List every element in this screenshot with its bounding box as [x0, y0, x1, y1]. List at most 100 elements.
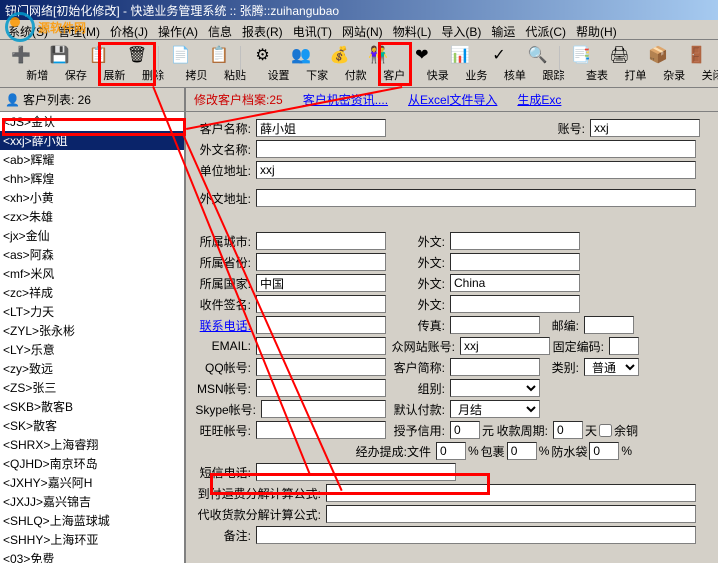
- msn-input[interactable]: [256, 379, 386, 397]
- comm-file-input[interactable]: [436, 442, 466, 460]
- menu-item[interactable]: 代派(C): [521, 22, 570, 37]
- customer-item[interactable]: <QJHD>南京环岛: [0, 454, 184, 473]
- city-label: 所属城市:: [194, 233, 254, 250]
- customer-item[interactable]: <SK>散客: [0, 416, 184, 435]
- menu-item[interactable]: 信息: [204, 22, 236, 37]
- menu-item[interactable]: 输运: [487, 22, 519, 37]
- tool-icon: 🖨: [610, 45, 630, 65]
- post-input[interactable]: [584, 316, 634, 334]
- comm-pkg-input[interactable]: [507, 442, 537, 460]
- tool-icon: ⚙: [253, 45, 273, 65]
- customer-item[interactable]: <SHRX>上海睿翔: [0, 435, 184, 454]
- country-input[interactable]: [256, 274, 386, 292]
- ww-label: 旺旺帐号:: [194, 422, 254, 439]
- sender-foreign-input[interactable]: [450, 295, 580, 313]
- country-label: 所属国家:: [194, 275, 254, 292]
- tool-icon: 📑: [571, 45, 591, 65]
- cust-name-label: 客户名称:: [194, 120, 254, 137]
- remark-input[interactable]: [256, 526, 696, 544]
- toolbar: ➕新增💾保存📋展新🗑删除📄拷贝📋粘贴⚙设置👥下家💰付款👫客户❤快录📊业务✓核单🔍…: [0, 40, 718, 88]
- excel-export-link[interactable]: 生成Exc: [517, 91, 561, 108]
- customer-item[interactable]: <xh>小黄: [0, 188, 184, 207]
- customer-item[interactable]: <zx>朱雄: [0, 207, 184, 226]
- tool-icon: 📋: [209, 45, 229, 65]
- f2-input[interactable]: [326, 505, 696, 523]
- customer-item[interactable]: <mf>米风: [0, 264, 184, 283]
- menu-item[interactable]: 报表(R): [238, 22, 287, 37]
- menu-item[interactable]: 物料(L): [389, 22, 436, 37]
- province-input[interactable]: [256, 253, 386, 271]
- customer-item[interactable]: <SHHY>上海环亚: [0, 530, 184, 549]
- sender-input[interactable]: [256, 295, 386, 313]
- customer-item[interactable]: <ZYL>张永彬: [0, 321, 184, 340]
- customer-form: 客户名称: 账号: 外文名称: 单位地址: 外文地址:: [186, 112, 718, 563]
- province-foreign-input[interactable]: [450, 253, 580, 271]
- customer-list[interactable]: <JS>金认<xxj>薛小姐<ab>辉耀<hh>辉煌<xh>小黄<zx>朱雄<j…: [0, 112, 184, 563]
- credit-input[interactable]: [450, 421, 480, 439]
- toolbar-关闭[interactable]: 🚪关闭: [677, 42, 716, 85]
- city-input[interactable]: [256, 232, 386, 250]
- site-acct-input[interactable]: [460, 337, 550, 355]
- customer-item[interactable]: <LT>力天: [0, 302, 184, 321]
- customer-item[interactable]: <ab>辉耀: [0, 150, 184, 169]
- defpay-label: 默认付款:: [388, 401, 448, 418]
- cust-name-input[interactable]: [256, 119, 386, 137]
- menu-item[interactable]: 电讯(T): [289, 22, 336, 37]
- tool-icon: 👥: [291, 45, 311, 65]
- phone-label[interactable]: 联系电话:: [194, 317, 254, 334]
- customer-item[interactable]: <zy>致远: [0, 359, 184, 378]
- customer-item[interactable]: <xxj>薛小姐: [0, 131, 184, 150]
- secret-link[interactable]: 客户机密资讯....: [303, 91, 388, 108]
- customer-item[interactable]: <SHLQ>上海蓝球城: [0, 511, 184, 530]
- tool-icon: 🗑: [127, 45, 147, 65]
- fixed-code-input[interactable]: [609, 337, 639, 355]
- foreign-addr-input[interactable]: [256, 189, 696, 207]
- ww-input[interactable]: [256, 421, 386, 439]
- title-bar: 钮门网络[初始化修改] - 快递业务管理系统 :: 张腾::zuihanguba…: [0, 0, 718, 20]
- customer-item[interactable]: <zc>祥成: [0, 283, 184, 302]
- f1-label: 到付运费分解计算公式:: [194, 485, 324, 502]
- menu-item[interactable]: 导入(B): [437, 22, 485, 37]
- type-select[interactable]: 普通: [584, 358, 639, 376]
- menu-item[interactable]: 网站(N): [338, 22, 387, 37]
- foreign-name-input[interactable]: [256, 140, 696, 158]
- remark-label: 备注:: [194, 527, 254, 544]
- menu-bar[interactable]: 系统(S)管理(M)价格(J)操作(A)信息报表(R)电讯(T)网站(N)物料(…: [0, 20, 718, 40]
- sms-input[interactable]: [256, 463, 456, 481]
- balance-checkbox[interactable]: [599, 424, 612, 437]
- phone-input[interactable]: [256, 316, 386, 334]
- skype-label: Skype帐号:: [194, 401, 259, 418]
- customer-item[interactable]: <as>阿森: [0, 245, 184, 264]
- customer-item[interactable]: <JS>金认: [0, 112, 184, 131]
- menu-item[interactable]: 帮助(H): [572, 22, 621, 37]
- province-label: 所属省份:: [194, 254, 254, 271]
- customer-item[interactable]: <jx>金仙: [0, 226, 184, 245]
- customer-item[interactable]: <JXJJ>嘉兴锦吉: [0, 492, 184, 511]
- period-input[interactable]: [553, 421, 583, 439]
- sms-label: 短信电话:: [194, 464, 254, 481]
- tool-icon: ✓: [489, 45, 509, 65]
- qq-input[interactable]: [256, 358, 386, 376]
- country-foreign-input[interactable]: [450, 274, 580, 292]
- customer-item[interactable]: <LY>乐意: [0, 340, 184, 359]
- customer-item[interactable]: <JXHY>嘉兴阿H: [0, 473, 184, 492]
- unit-addr-input[interactable]: [256, 161, 696, 179]
- short-input[interactable]: [450, 358, 540, 376]
- foreign-name-label: 外文名称:: [194, 141, 254, 158]
- email-input[interactable]: [256, 337, 386, 355]
- customer-item[interactable]: <SKB>散客B: [0, 397, 184, 416]
- f1-input[interactable]: [326, 484, 696, 502]
- customer-item[interactable]: <03>免费: [0, 549, 184, 563]
- account-input[interactable]: [590, 119, 700, 137]
- menu-item[interactable]: 操作(A): [154, 22, 202, 37]
- comm-bag-input[interactable]: [589, 442, 619, 460]
- city-foreign-input[interactable]: [450, 232, 580, 250]
- fax-input[interactable]: [450, 316, 540, 334]
- customer-item[interactable]: <hh>辉煌: [0, 169, 184, 188]
- menu-item[interactable]: 价格(J): [106, 22, 152, 37]
- defpay-select[interactable]: 月结: [450, 400, 540, 418]
- excel-import-link[interactable]: 从Excel文件导入: [408, 91, 497, 108]
- customer-item[interactable]: <ZS>张三: [0, 378, 184, 397]
- skype-input[interactable]: [261, 400, 386, 418]
- group-select[interactable]: [450, 379, 540, 397]
